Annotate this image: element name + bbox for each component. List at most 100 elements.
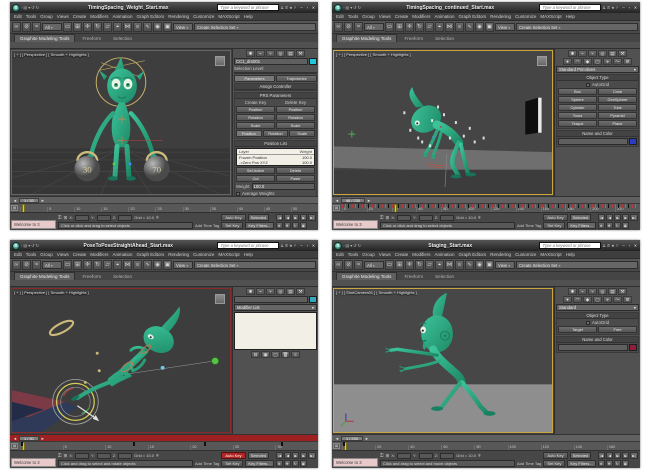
new-scene-icon[interactable]: ▫ xyxy=(343,3,344,12)
app-logo-icon[interactable]: S xyxy=(12,4,20,12)
auto-key-button[interactable]: Auto Key xyxy=(221,214,245,221)
object-name-field[interactable]: CC1_dm001 xyxy=(234,58,308,65)
keyframe-marker[interactable] xyxy=(281,442,283,446)
add-time-tag[interactable]: Add Time Tag xyxy=(195,461,219,466)
key-filters-button[interactable]: Key Filters... xyxy=(567,460,595,467)
select-move-icon[interactable]: ✛ xyxy=(83,22,92,32)
orbit-tool-icon[interactable]: ↻ xyxy=(614,222,621,229)
next-frame-button[interactable]: ▶ xyxy=(300,214,307,221)
favorites-icon[interactable]: ★ xyxy=(289,243,293,248)
motion-panel-tab[interactable]: ◎ xyxy=(276,288,285,295)
undo-icon[interactable]: ↺ xyxy=(31,3,34,12)
named-selection-set-dropdown[interactable]: Create Selection Set ▾ xyxy=(516,23,638,31)
autogrid-checkbox[interactable]: AutoGrid xyxy=(558,82,637,87)
add-time-tag[interactable]: Add Time Tag xyxy=(195,223,219,228)
key-filters-button[interactable]: Key Filters... xyxy=(245,222,273,229)
reference-coordinate-dropdown[interactable]: View ▾ xyxy=(173,23,193,31)
select-by-name-icon[interactable]: ⊞ xyxy=(73,22,82,32)
cameras-category-icon[interactable]: ▢ xyxy=(593,58,602,65)
selection-filter-dropdown[interactable]: All ▾ xyxy=(42,261,62,269)
time-slider-value[interactable]: 46 / 230 xyxy=(341,198,365,203)
set-key-button[interactable]: Set Key xyxy=(221,460,243,467)
object-name-field[interactable] xyxy=(558,344,628,351)
help-icon[interactable]: ? xyxy=(294,243,296,248)
snap-toggle-icon[interactable]: ⌖ xyxy=(113,260,122,270)
paste-button[interactable]: Paste xyxy=(276,175,315,182)
menu-item[interactable]: MAXScript xyxy=(540,252,561,257)
set-key-button[interactable]: Set Key xyxy=(221,222,243,229)
time-slider-value[interactable]: 1 / 230 xyxy=(341,436,363,441)
open-file-icon[interactable]: ▤ xyxy=(23,3,27,12)
zoom-tool-icon[interactable]: ⊕ xyxy=(276,222,283,229)
subobject-button[interactable]: Sub-Object xyxy=(234,72,317,74)
reference-coordinate-dropdown[interactable]: View ▾ xyxy=(173,261,193,269)
communication-icon[interactable]: ✆ xyxy=(285,243,288,248)
maximize-button[interactable]: ▫ xyxy=(305,5,310,10)
menu-item[interactable]: Edit xyxy=(336,252,344,257)
select-object-icon[interactable]: ▭ xyxy=(63,22,72,32)
systems-category-icon[interactable]: ⚙ xyxy=(623,58,632,65)
menu-item[interactable]: Edit xyxy=(336,14,344,19)
select-and-link-icon[interactable]: ∞ xyxy=(12,260,21,270)
open-mini-curve-editor-icon[interactable]: ▤ xyxy=(11,205,18,211)
autogrid-checkbox[interactable]: AutoGrid xyxy=(558,320,637,325)
favorites-icon[interactable]: ★ xyxy=(611,243,615,248)
hierarchy-panel-tab[interactable]: ⑂ xyxy=(588,288,597,295)
undo-icon[interactable]: ↺ xyxy=(353,241,356,250)
open-file-icon[interactable]: ▤ xyxy=(345,3,349,12)
app-logo-icon[interactable]: S xyxy=(334,4,342,12)
select-by-name-icon[interactable]: ⊞ xyxy=(395,22,404,32)
selected-dropdown[interactable]: Selected xyxy=(248,214,270,221)
select-move-icon[interactable]: ✛ xyxy=(83,260,92,270)
set-key-button[interactable]: Set Key xyxy=(543,460,565,467)
x-coordinate-field[interactable] xyxy=(397,453,411,459)
bind-to-spacewarp-icon[interactable]: ≈ xyxy=(32,260,41,270)
welcome-window[interactable]: Welcome to 3 xyxy=(333,220,378,229)
absolute-mode-icon[interactable]: ⊞ xyxy=(385,453,389,459)
next-frame-button[interactable]: ▶ xyxy=(622,214,629,221)
menu-item[interactable]: Views xyxy=(57,14,69,19)
previous-frame-button[interactable]: ◀ xyxy=(606,214,613,221)
object-name-field[interactable] xyxy=(234,296,308,303)
create-panel-tab[interactable]: ✱ xyxy=(568,288,577,295)
ribbon-tab-selection[interactable]: Selection xyxy=(108,273,137,280)
bind-to-spacewarp-icon[interactable]: ≈ xyxy=(354,260,363,270)
minimize-button[interactable]: – xyxy=(299,243,304,248)
viewcube[interactable] xyxy=(215,294,225,304)
select-object-icon[interactable]: ▭ xyxy=(63,260,72,270)
hierarchy-panel-tab[interactable]: ⑂ xyxy=(266,50,275,57)
set-active-button[interactable]: Set Active xyxy=(236,167,275,174)
geometry-category-icon[interactable]: ● xyxy=(563,58,572,65)
align-icon[interactable]: ≡ xyxy=(455,22,464,32)
app-logo-icon[interactable]: S xyxy=(334,242,342,250)
time-slider-value[interactable]: 1 / 33 xyxy=(19,198,39,203)
auto-key-button[interactable]: Auto Key xyxy=(543,214,567,221)
orbit-tool-icon[interactable]: ↻ xyxy=(292,222,299,229)
unlink-selection-icon[interactable]: ⊘ xyxy=(22,260,31,270)
modify-panel-tab[interactable]: ⌁ xyxy=(256,288,265,295)
select-rotate-icon[interactable]: ↻ xyxy=(415,260,424,270)
ribbon-tab-freeform[interactable]: Freeform xyxy=(77,273,106,280)
create-panel-tab[interactable]: ✱ xyxy=(246,50,255,57)
select-rotate-icon[interactable]: ↻ xyxy=(93,260,102,270)
menu-item[interactable]: Graph Editors xyxy=(137,252,165,257)
free-camera-button[interactable]: Free xyxy=(598,326,637,333)
maximize-viewport-icon[interactable]: ▣ xyxy=(300,222,307,229)
redo-icon[interactable]: ↻ xyxy=(358,3,361,12)
menu-item[interactable]: Create xyxy=(395,252,409,257)
primitive-category-dropdown[interactable]: Standard Primitives▾ xyxy=(556,66,639,73)
zoom-tool-icon[interactable]: ⊕ xyxy=(598,460,605,467)
selection-filter-dropdown[interactable]: All ▾ xyxy=(42,23,62,31)
close-button[interactable]: ✕ xyxy=(311,243,316,248)
viewport-label[interactable]: [ + ] [ ShotCamera01 ] [ Smooth + Highli… xyxy=(336,290,417,295)
assign-controller-rollout[interactable]: Assign Controller xyxy=(235,84,316,90)
configure-sets-icon[interactable]: ≡ xyxy=(291,351,300,358)
parameters-tab[interactable]: Parameters xyxy=(234,75,275,82)
maximize-button[interactable]: ▫ xyxy=(627,5,632,10)
snap-toggle-icon[interactable]: ⌖ xyxy=(113,22,122,32)
zoom-tool-icon[interactable]: ⊕ xyxy=(598,222,605,229)
y-coordinate-field[interactable] xyxy=(97,215,111,221)
motion-panel-tab[interactable]: ◎ xyxy=(598,288,607,295)
y-coordinate-field[interactable] xyxy=(419,453,433,459)
target-camera-button[interactable]: Target xyxy=(558,326,597,333)
